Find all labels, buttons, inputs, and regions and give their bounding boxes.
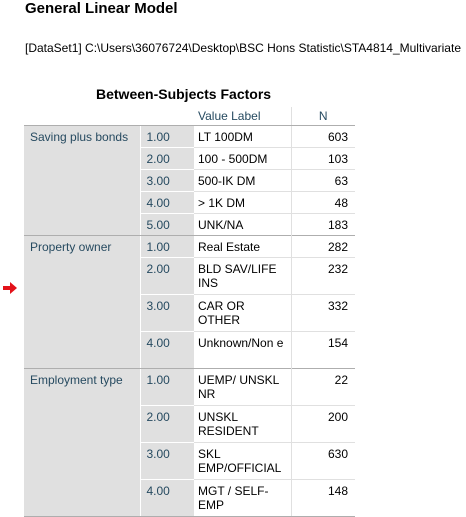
- n-cell: 148: [290, 479, 355, 517]
- red-arrow-right-icon[interactable]: [3, 282, 17, 294]
- label-cell: > 1K DM: [194, 191, 291, 214]
- table-title: Between-Subjects Factors: [96, 86, 272, 102]
- n-cell: 103: [290, 147, 355, 170]
- value-cell: 2.00: [139, 257, 194, 295]
- n-cell: 183: [290, 213, 355, 236]
- value-cell: 3.00: [139, 442, 194, 480]
- factor-employment-type: Employment type: [24, 368, 140, 517]
- n-cell: 48: [290, 191, 355, 214]
- value-cell: 4.00: [139, 479, 194, 517]
- header-value-label: Value Label: [194, 107, 291, 126]
- table-row: Saving plus bonds 1.00 LT 100DM 603: [24, 125, 355, 236]
- n-cell: 154: [290, 331, 355, 369]
- label-cell: MGT / SELF-EMP: [194, 479, 291, 517]
- header-n: N: [290, 107, 355, 126]
- n-cell: 63: [290, 169, 355, 192]
- label-cell: CAR OR OTHER: [194, 294, 291, 332]
- n-cell: 200: [290, 405, 355, 443]
- label-cell: Unknown/Non e: [194, 331, 291, 369]
- value-cell: 1.00: [139, 235, 194, 258]
- value-cell: 5.00: [139, 213, 194, 236]
- label-cell: SKL EMP/OFFICIAL: [194, 442, 291, 480]
- value-cell: 1.00: [139, 125, 194, 148]
- header-blank-value: [140, 107, 194, 126]
- n-cell: 282: [290, 235, 355, 258]
- n-cell: 603: [290, 125, 355, 148]
- value-cell: 3.00: [139, 169, 194, 192]
- label-cell: Real Estate: [194, 235, 291, 258]
- table-row: Property owner 1.00 Real Estate 282: [24, 235, 355, 369]
- label-cell: LT 100DM: [194, 125, 291, 148]
- label-cell: UEMP/ UNSKL NR: [194, 368, 291, 406]
- label-cell: 100 - 500DM: [194, 147, 291, 170]
- n-cell: 332: [290, 294, 355, 332]
- label-cell: UNSKL RESIDENT: [194, 405, 291, 443]
- factor-property-owner: Property owner: [24, 235, 140, 369]
- value-cell: 2.00: [139, 405, 194, 443]
- factor-saving-plus-bonds: Saving plus bonds: [24, 125, 140, 236]
- n-cell: 630: [290, 442, 355, 480]
- dataset-path: [DataSet1] C:\Users\36076724\Desktop\BSC…: [25, 41, 461, 55]
- label-cell: BLD SAV/LIFE INS: [194, 257, 291, 295]
- n-cell: 232: [290, 257, 355, 295]
- label-cell: UNK/NA: [194, 213, 291, 236]
- between-subjects-factors-table: Value Label N Saving plus bonds 1.00 LT …: [24, 107, 355, 517]
- value-cell: 3.00: [139, 294, 194, 332]
- table-header-row: Value Label N: [24, 107, 355, 126]
- output-title: General Linear Model: [25, 0, 178, 17]
- label-cell: 500-IK DM: [194, 169, 291, 192]
- value-cell: 4.00: [139, 191, 194, 214]
- header-blank-factor: [24, 107, 140, 126]
- n-cell: 22: [290, 368, 355, 406]
- value-cell: 4.00: [139, 331, 194, 369]
- value-cell: 2.00: [139, 147, 194, 170]
- value-cell: 1.00: [139, 368, 194, 406]
- table-row: Employment type 1.00 UEMP/ UNSKL NR 22: [24, 368, 355, 517]
